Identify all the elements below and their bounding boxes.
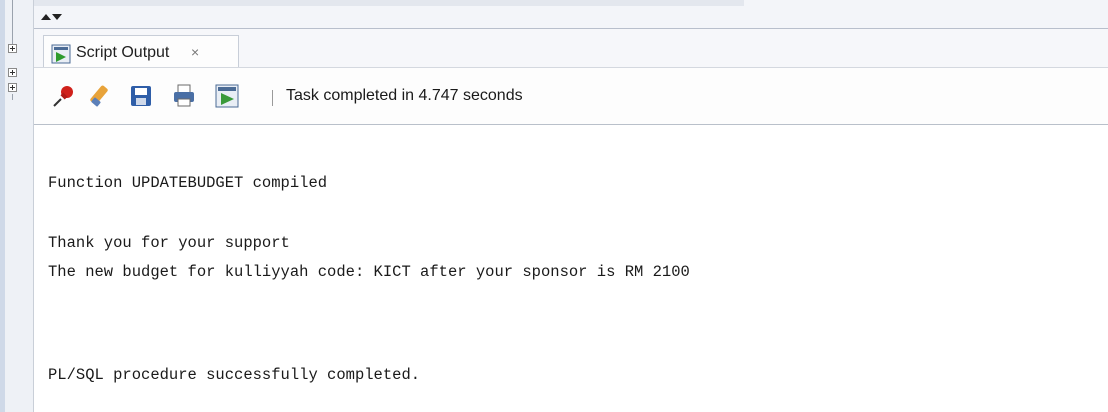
save-icon[interactable] xyxy=(128,83,154,109)
panel-header-strip xyxy=(34,0,1108,29)
toolbar-separator xyxy=(272,90,273,106)
arrow-up-icon[interactable] xyxy=(41,14,51,20)
header-fade xyxy=(34,0,744,6)
output-line: The new budget for kulliyyah code: KICT … xyxy=(48,263,690,281)
print-icon[interactable] xyxy=(171,83,197,109)
eraser-icon[interactable] xyxy=(87,83,113,109)
tab-label: Script Output xyxy=(76,44,170,61)
script-output-icon xyxy=(51,44,71,69)
toolbar: Task completed in 4.747 seconds xyxy=(34,67,1108,125)
left-gutter xyxy=(0,0,34,412)
expand-node-icon[interactable] xyxy=(8,68,17,77)
pin-icon[interactable] xyxy=(51,83,77,109)
output-line: Function UPDATEBUDGET compiled xyxy=(48,174,328,192)
close-icon[interactable]: × xyxy=(191,44,199,60)
expand-node-icon[interactable] xyxy=(8,83,17,92)
tab-script-output[interactable]: Script Output × xyxy=(43,35,239,67)
panel-arrows[interactable] xyxy=(41,14,63,26)
output-line: PL/SQL procedure successfully completed. xyxy=(48,366,421,384)
task-status-text: Task completed in 4.747 seconds xyxy=(286,87,523,104)
arrow-down-icon[interactable] xyxy=(52,14,62,20)
tree-line xyxy=(12,94,13,100)
expand-node-icon[interactable] xyxy=(8,44,17,53)
run-script-icon[interactable] xyxy=(214,83,240,109)
tree-line xyxy=(12,0,13,44)
output-line: Thank you for your support xyxy=(48,234,290,252)
script-output-area[interactable]: Function UPDATEBUDGET compiled Thank you… xyxy=(34,126,1108,412)
gutter-stripe xyxy=(0,0,5,412)
tab-strip: Script Output × xyxy=(34,29,1108,67)
